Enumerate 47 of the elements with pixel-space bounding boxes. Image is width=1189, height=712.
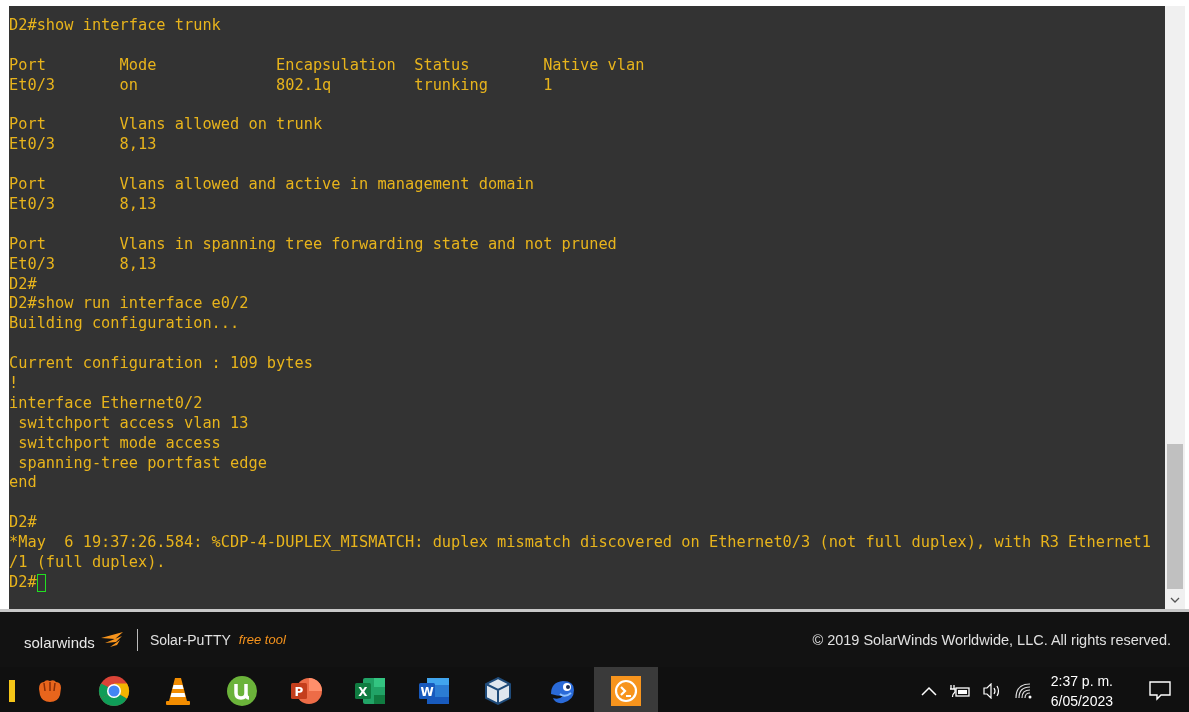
terminal-line: Port Vlans in spanning tree forwarding state and not pruned — [9, 234, 617, 255]
terminal-line: switchport access vlan 13 — [17, 413, 249, 434]
terminal-line: Et0/3 on 802.1q trunking 1 — [9, 75, 553, 96]
terminal-line: D2# — [9, 274, 37, 295]
browser-icon — [98, 674, 130, 707]
brand-logo-text: solarwinds — [24, 634, 95, 651]
terminal-icon — [611, 675, 641, 706]
terminal-line: end — [9, 473, 37, 494]
terminal-line: Et0/3 8,13 — [9, 254, 157, 275]
traffic-cone-icon — [165, 675, 191, 706]
terminal-line: D2#show run interface e0/2 — [9, 294, 249, 315]
terminal-line: Port Vlans allowed and active in management domain — [9, 175, 534, 195]
fist-icon — [36, 678, 64, 703]
terminal-prompt: D2# — [9, 572, 37, 593]
scrollbar[interactable] — [1165, 6, 1185, 609]
taskbar-app-button[interactable]: P — [274, 667, 338, 712]
terminal-line: Port Vlans allowed on trunk — [9, 115, 323, 136]
taskbar-clock[interactable]: 2:37 p. m. 6/05/2023 — [1050, 670, 1113, 711]
terminal-line: Et0/3 8,13 — [9, 135, 157, 156]
terminal-line: /1 (full duplex). — [9, 553, 166, 573]
terminal-line: Port Mode Encapsulation Status Native vlan — [9, 55, 645, 76]
taskbar-app-button[interactable]: X — [338, 667, 402, 712]
terminal-line: Building configuration... — [9, 314, 240, 335]
terminal-line: Et0/3 8,13 — [9, 195, 157, 215]
copyright-text: © 2019 SolarWinds Worldwide, LLC. All rights reserved. — [812, 631, 1171, 648]
clock-date: 6/05/2023 — [1050, 691, 1113, 711]
taskbar-app-button[interactable] — [594, 667, 658, 712]
terminal-line: interface Ethernet0/2 — [9, 393, 203, 414]
terminal-line: Current configuration : 109 bytes — [9, 354, 313, 375]
battery-plug-icon[interactable] — [948, 683, 971, 698]
terminal-line: spanning-tree portfast edge — [17, 453, 267, 474]
torrent-icon — [226, 674, 258, 707]
terminal-line: D2#show interface trunk — [9, 16, 221, 36]
taskbar-app-button[interactable]: W — [402, 667, 466, 712]
terminal-line: switchport mode access — [17, 433, 221, 454]
notification-icon[interactable] — [1149, 680, 1171, 701]
cube-icon — [484, 675, 512, 706]
wifi-icon[interactable] — [1014, 682, 1033, 699]
terminal-line: *May 6 19:37:26.584: %CDP-4-DUPLEX_MISMATCH: duplex mismatch discovered on Ethernet0/3 (not full duplex), with R3 Ethernet1 — [9, 533, 1151, 554]
scroll-thumb[interactable] — [1167, 444, 1183, 589]
terminal-line: ! — [9, 374, 19, 394]
scroll-down-icon[interactable] — [1170, 597, 1180, 604]
terminal-line: D2# — [9, 513, 37, 534]
product-name: Solar-PuTTY — [149, 631, 231, 648]
chevron-up-icon[interactable] — [920, 685, 937, 696]
clock-time: 2:37 p. m. — [1050, 671, 1113, 691]
product-tagline: free tool — [238, 632, 286, 647]
